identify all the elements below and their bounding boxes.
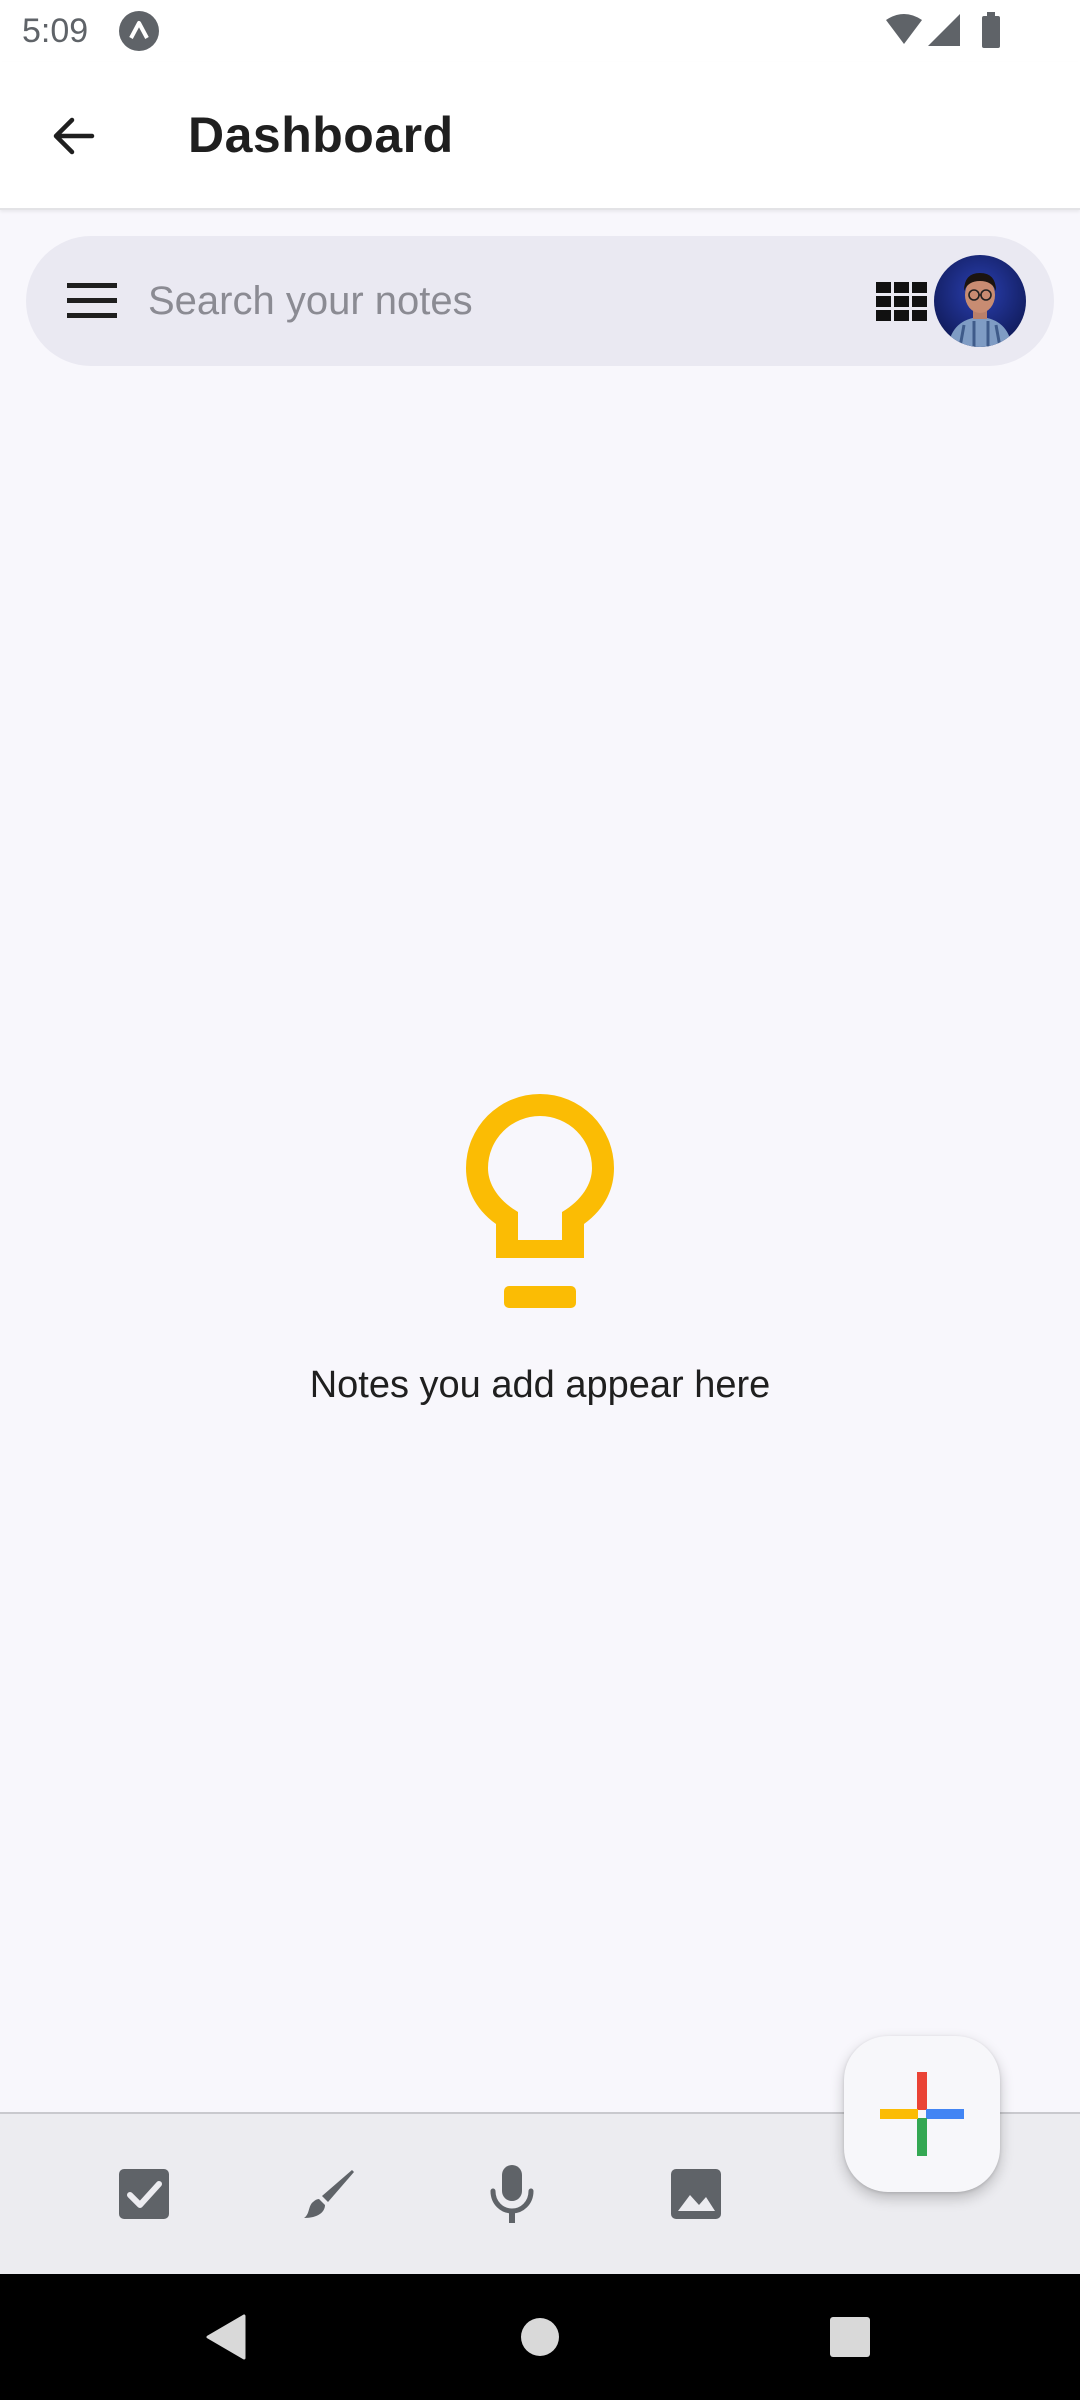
menu-button[interactable] [54,263,130,339]
checkbox-list-icon [119,2169,169,2219]
status-time: 5:09 [22,12,89,50]
hamburger-menu-icon [67,283,117,318]
image-icon [671,2169,721,2219]
cellular-signal-icon [928,14,960,46]
back-button[interactable] [36,98,112,174]
empty-state-message: Notes you add appear here [309,1364,771,1406]
recents-square-icon [830,2317,870,2357]
back-triangle-icon [206,2314,246,2360]
search-bar[interactable] [26,236,1054,366]
battery-icon [982,12,1000,48]
status-icons [884,12,1014,52]
nav-recents-button[interactable] [810,2297,890,2377]
nav-home-button[interactable] [500,2297,580,2377]
wifi-icon [886,14,922,44]
new-list-button[interactable] [104,2154,184,2234]
grid-view-button[interactable] [870,270,934,334]
app-bar: Dashboard [0,62,1080,210]
grid-view-icon [876,282,927,321]
search-input[interactable] [148,271,848,331]
nav-back-button[interactable] [186,2297,266,2377]
brush-icon [304,2170,354,2218]
avatar[interactable] [934,255,1026,347]
app-notification-icon [118,10,160,52]
colorful-plus-icon [880,2072,964,2156]
arrow-back-icon [53,117,95,155]
profile-avatar [934,255,1026,347]
home-circle-icon [521,2318,559,2356]
status-bar: 5:09 [0,0,1080,62]
new-image-note-button[interactable] [656,2154,736,2234]
system-navigation-bar [0,2274,1080,2400]
add-note-fab[interactable] [844,2036,1000,2192]
new-drawing-button[interactable] [288,2154,368,2234]
page-title: Dashboard [188,107,454,163]
lightbulb-icon [460,1088,620,1310]
microphone-icon [490,2165,534,2223]
new-audio-note-button[interactable] [472,2154,552,2234]
